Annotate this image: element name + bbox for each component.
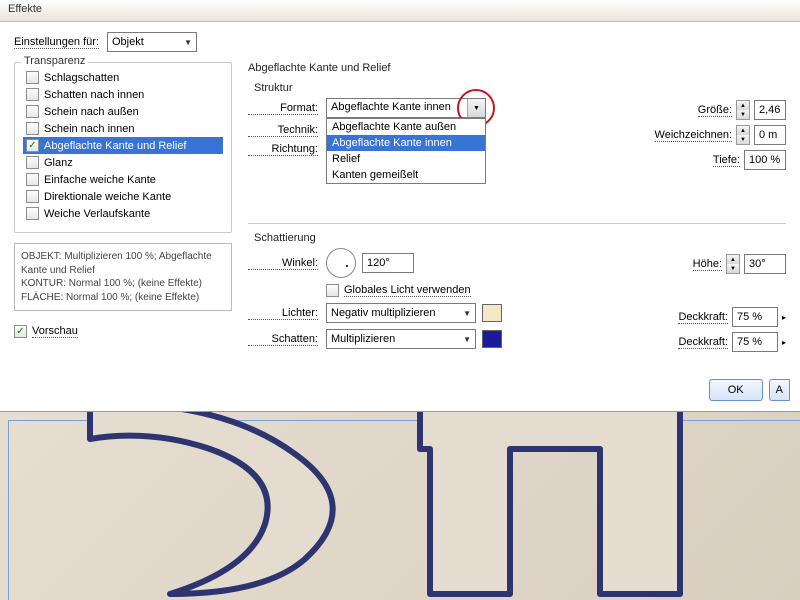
weich-input[interactable] — [754, 125, 786, 145]
hoehe-input[interactable] — [744, 254, 786, 274]
lichter-select[interactable]: Negativ multiplizieren▼ — [326, 303, 476, 323]
schattierung-title: Schattierung — [254, 232, 786, 244]
transparency-legend: Transparenz — [21, 55, 88, 67]
format-label: Format: — [248, 102, 318, 115]
schatten-swatch[interactable] — [482, 330, 502, 348]
preview-checkbox[interactable]: ✓ — [14, 325, 27, 338]
chevron-down-icon: ▼ — [184, 38, 192, 47]
preview-label: Vorschau — [32, 325, 78, 338]
weich-spinner[interactable]: ▲▼ — [736, 125, 750, 145]
deckkraft-label-2: Deckkraft: — [678, 336, 728, 349]
ok-button[interactable]: OK — [709, 379, 763, 401]
angle-wheel[interactable] — [326, 248, 356, 278]
deckkraft-label-1: Deckkraft: — [678, 311, 728, 324]
settings-for-row: Einstellungen für: Objekt ▼ — [14, 32, 786, 52]
list-item[interactable]: Schein nach innen — [23, 120, 223, 137]
dropdown-option[interactable]: Kanten gemeißelt — [327, 167, 485, 183]
checkbox[interactable] — [26, 122, 39, 135]
settings-for-value: Objekt — [112, 36, 144, 48]
window-title: Effekte — [8, 3, 42, 15]
richtung-label: Richtung: — [248, 143, 318, 156]
list-item[interactable]: Schatten nach innen — [23, 86, 223, 103]
chevron-down-icon[interactable]: ▼ — [467, 99, 485, 117]
title-bar: Effekte — [0, 0, 800, 22]
dropdown-option[interactable]: Abgeflachte Kante außen — [327, 119, 485, 135]
list-item[interactable]: Einfache weiche Kante — [23, 171, 223, 188]
list-item[interactable]: Weiche Verlaufskante — [23, 205, 223, 222]
settings-for-select[interactable]: Objekt ▼ — [107, 32, 197, 52]
artwork-glyph — [40, 412, 780, 600]
tiefe-input[interactable] — [744, 150, 786, 170]
deckkraft-input-1[interactable] — [732, 307, 778, 327]
dropdown-option[interactable]: Abgeflachte Kante innen — [327, 135, 485, 151]
checkbox[interactable] — [26, 156, 39, 169]
transparency-fieldset: Transparenz Schlagschatten Schatten nach… — [14, 62, 232, 233]
effects-list: Schlagschatten Schatten nach innen Schei… — [23, 69, 223, 222]
groesse-spinner[interactable]: ▲▼ — [736, 100, 750, 120]
list-item[interactable]: Glanz — [23, 154, 223, 171]
deckkraft-input-2[interactable] — [732, 332, 778, 352]
lichter-label: Lichter: — [248, 307, 318, 320]
checkbox[interactable]: ✓ — [26, 139, 39, 152]
effects-dialog: Einstellungen für: Objekt ▼ Transparenz … — [0, 22, 800, 412]
global-light-label: Globales Licht verwenden — [344, 284, 471, 297]
hoehe-label: Höhe: — [693, 258, 722, 271]
description-box: OBJEKT: Multiplizieren 100 %; Abgeflacht… — [14, 243, 232, 311]
list-item[interactable]: Schein nach außen — [23, 103, 223, 120]
winkel-input[interactable] — [362, 253, 414, 273]
schatten-label: Schatten: — [248, 333, 318, 346]
chevron-down-icon: ▼ — [463, 309, 471, 318]
document-canvas[interactable] — [0, 412, 800, 600]
hoehe-spinner[interactable]: ▲▼ — [726, 254, 740, 274]
format-dropdown[interactable]: Abgeflachte Kante innen ▼ Abgeflachte Ka… — [326, 98, 486, 118]
technik-label: Technik: — [248, 124, 318, 137]
groesse-input[interactable] — [754, 100, 786, 120]
weich-label: Weichzeichnen: — [655, 129, 732, 142]
struktur-title: Struktur — [254, 82, 786, 94]
panel-title: Abgeflachte Kante und Relief — [248, 62, 786, 74]
global-light-checkbox[interactable] — [326, 284, 339, 297]
settings-for-label: Einstellungen für: — [14, 36, 99, 49]
checkbox[interactable] — [26, 190, 39, 203]
dropdown-option[interactable]: Relief — [327, 151, 485, 167]
format-options-list: Abgeflachte Kante außen Abgeflachte Kant… — [326, 118, 486, 184]
checkbox[interactable] — [26, 207, 39, 220]
list-item[interactable]: ✓Abgeflachte Kante und Relief — [23, 137, 223, 154]
lichter-swatch[interactable] — [482, 304, 502, 322]
checkbox[interactable] — [26, 173, 39, 186]
checkbox[interactable] — [26, 88, 39, 101]
format-value: Abgeflachte Kante innen — [327, 99, 485, 115]
checkbox[interactable] — [26, 71, 39, 84]
list-item[interactable]: Direktionale weiche Kante — [23, 188, 223, 205]
schatten-select[interactable]: Multiplizieren▼ — [326, 329, 476, 349]
chevron-down-icon: ▼ — [463, 335, 471, 344]
cancel-button-truncated[interactable]: A — [769, 379, 790, 401]
groesse-label: Größe: — [698, 104, 732, 117]
list-item[interactable]: Schlagschatten — [23, 69, 223, 86]
winkel-label: Winkel: — [248, 257, 318, 270]
tiefe-label: Tiefe: — [713, 154, 740, 167]
checkbox[interactable] — [26, 105, 39, 118]
preview-row: ✓ Vorschau — [14, 325, 232, 338]
